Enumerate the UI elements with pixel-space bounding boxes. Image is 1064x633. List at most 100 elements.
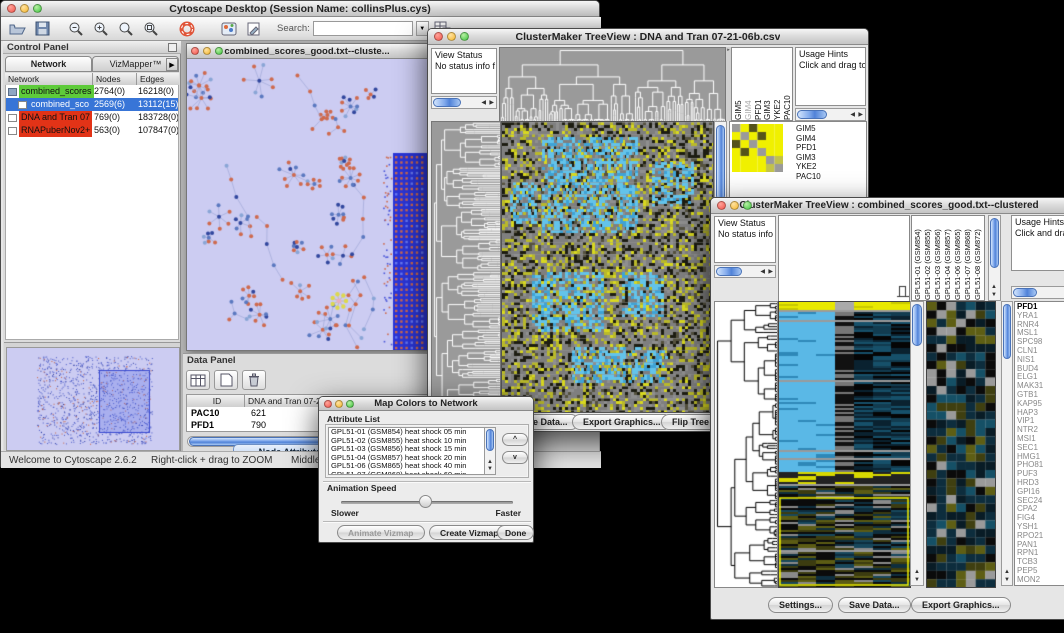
settings-button[interactable]: Settings... [768,597,833,613]
network-list-row[interactable]: DNA and Tran 07 769(0) 183728(0) [6,111,178,124]
attribute-listbox[interactable]: GPL51-01 (GSM854) heat shock 05 minGPL51… [328,427,496,475]
gene-label[interactable]: MAK31 [1017,382,1064,391]
control-panel-tab[interactable]: Network [5,56,92,72]
gene-label[interactable]: MON2 [1017,576,1064,585]
network-canvas[interactable] [187,59,427,350]
column-label[interactable]: GPL51-07 (GSM868) [963,216,972,300]
move-up-button[interactable]: ^ [502,433,528,446]
move-down-button[interactable]: v [502,451,528,464]
gene-label[interactable]: RPO21 [1017,532,1064,541]
column-labels-scrollbar[interactable]: ▲▼ [988,215,1001,301]
gene-label[interactable]: GPI16 [1017,488,1064,497]
minimize-button[interactable] [335,400,343,408]
treeview1-titlebar[interactable]: ClusterMaker TreeView : DNA and Tran 07-… [428,29,868,45]
gene-label[interactable]: KAP95 [1017,400,1064,409]
close-button[interactable] [434,32,443,41]
save-data-button[interactable]: Save Data... [838,597,911,613]
gene-label[interactable]: SEC24 [1017,497,1064,506]
minimize-button[interactable] [447,32,456,41]
column-label[interactable]: PAC10 [783,48,792,120]
slider-thumb[interactable] [419,495,432,508]
attribute-item[interactable]: GPL51-04 (GSM857) heat shock 20 min [329,454,495,463]
gene-label[interactable]: MSI1 [1017,435,1064,444]
gene-label[interactable]: PEP5 [1017,567,1064,576]
minimize-button[interactable] [20,4,29,13]
gene-label[interactable]: ELG1 [1017,373,1064,382]
gene-label[interactable]: PUF3 [1017,470,1064,479]
search-input[interactable] [313,21,413,36]
gene-label[interactable]: GIM4 [796,134,864,144]
dialog-titlebar[interactable]: Map Colors to Network [319,397,533,411]
frame-zoom-button[interactable] [215,47,223,55]
float-panel-icon[interactable] [168,43,177,52]
gene-label[interactable]: HMG1 [1017,453,1064,462]
annotation-icon[interactable] [243,19,265,39]
zoom-button[interactable] [743,201,752,210]
done-button[interactable]: Done [497,525,534,540]
vizmap-tool-icon[interactable] [218,19,240,39]
frame-minimize-button[interactable] [203,47,211,55]
delete-attribute-icon[interactable] [242,370,266,390]
column-header[interactable]: Edges [137,73,179,85]
gene-label[interactable]: PHO81 [1017,461,1064,470]
usage-hints-scrollbar[interactable] [1011,286,1064,299]
network-frame-titlebar[interactable]: combined_scores_good.txt--cluste... [187,44,427,59]
treeview2-titlebar[interactable]: ClusterMaker TreeView : combined_scores_… [711,198,1064,214]
global-heatmap-canvas[interactable] [778,301,911,588]
zoom-vscrollbar[interactable]: ▲▼ [1001,301,1013,586]
id-column-header[interactable]: ID [187,395,245,407]
attribute-list-scrollbar[interactable]: ▲▼ [484,427,496,475]
heatmap-canvas[interactable] [501,121,714,413]
save-icon[interactable] [31,19,53,39]
column-label[interactable]: PFD1 [754,48,763,120]
attribute-item[interactable]: GPL51-03 (GSM856) heat shock 15 min [329,445,495,454]
column-dendrogram-canvas[interactable] [499,47,726,122]
column-label[interactable]: GIM4 [744,48,753,120]
main-titlebar[interactable]: Cytoscape Desktop (Session Name: collins… [1,1,599,17]
gene-label[interactable]: FIG4 [1017,514,1064,523]
zoom-out-icon[interactable] [65,19,87,39]
zoom-in-icon[interactable] [90,19,112,39]
network-list-row[interactable]: combined_scores 2764(0) 16218(0) [6,85,178,98]
gene-label[interactable]: TCB3 [1017,558,1064,567]
column-label[interactable]: GIM3 [763,48,772,120]
open-file-icon[interactable] [6,19,28,39]
zoom-button[interactable] [33,4,42,13]
network-list-row[interactable]: RNAPuberNov2+ 563(0) 107847(0) [6,124,178,137]
gene-label[interactable]: PAC10 [796,172,864,182]
attribute-item[interactable]: GPL51-01 (GSM854) heat shock 05 min [329,428,495,437]
gene-label[interactable]: YSH1 [1017,523,1064,532]
column-label[interactable]: GPL51-04 (GSM857) [943,216,952,300]
gene-label[interactable]: GIM3 [796,153,864,163]
attribute-select-icon[interactable] [186,370,210,390]
attribute-item[interactable]: GPL51-02 (GSM855) heat shock 10 min [329,437,495,446]
column-label[interactable]: GPL51-06 (GSM865) [953,216,962,300]
export-graphics-button[interactable]: Export Graphics... [572,414,672,430]
gene-label[interactable]: RPN1 [1017,549,1064,558]
attribute-item[interactable]: GPL51-06 (GSM865) heat shock 40 min [329,462,495,471]
usage-hints-scrollbar[interactable]: ◀▶ [795,108,866,121]
gene-label[interactable]: CPA2 [1017,505,1064,514]
column-header[interactable]: Nodes [93,73,137,85]
gene-label[interactable]: HAP3 [1017,409,1064,418]
birdseye-canvas[interactable] [6,347,180,451]
close-button[interactable] [717,201,726,210]
gene-label[interactable]: YKE2 [796,162,864,172]
gene-label[interactable]: SEC1 [1017,444,1064,453]
new-attribute-icon[interactable] [214,370,238,390]
column-label[interactable]: YKE2 [773,48,782,120]
zoom-heatmap-canvas[interactable] [926,301,996,588]
column-label[interactable]: GIM5 [734,48,743,120]
gene-label[interactable]: MSL1 [1017,329,1064,338]
gene-label[interactable]: PFD1 [796,143,864,153]
row-dendrogram-canvas[interactable] [714,301,778,588]
gene-label[interactable]: CLN1 [1017,347,1064,356]
column-label[interactable]: GPL51-03 (GSM856) [933,216,942,300]
column-label[interactable]: GPL51-02 (GSM855) [923,216,932,300]
animate-vizmap-button[interactable]: Animate Vizmap [337,525,425,540]
zoom-button[interactable] [346,400,354,408]
tab-overflow-button[interactable]: ▶ [166,58,178,71]
zoom-selected-icon[interactable] [140,19,162,39]
zoom-fit-icon[interactable] [115,19,137,39]
column-label[interactable]: GPL51-08 (GSM872) [973,216,982,300]
